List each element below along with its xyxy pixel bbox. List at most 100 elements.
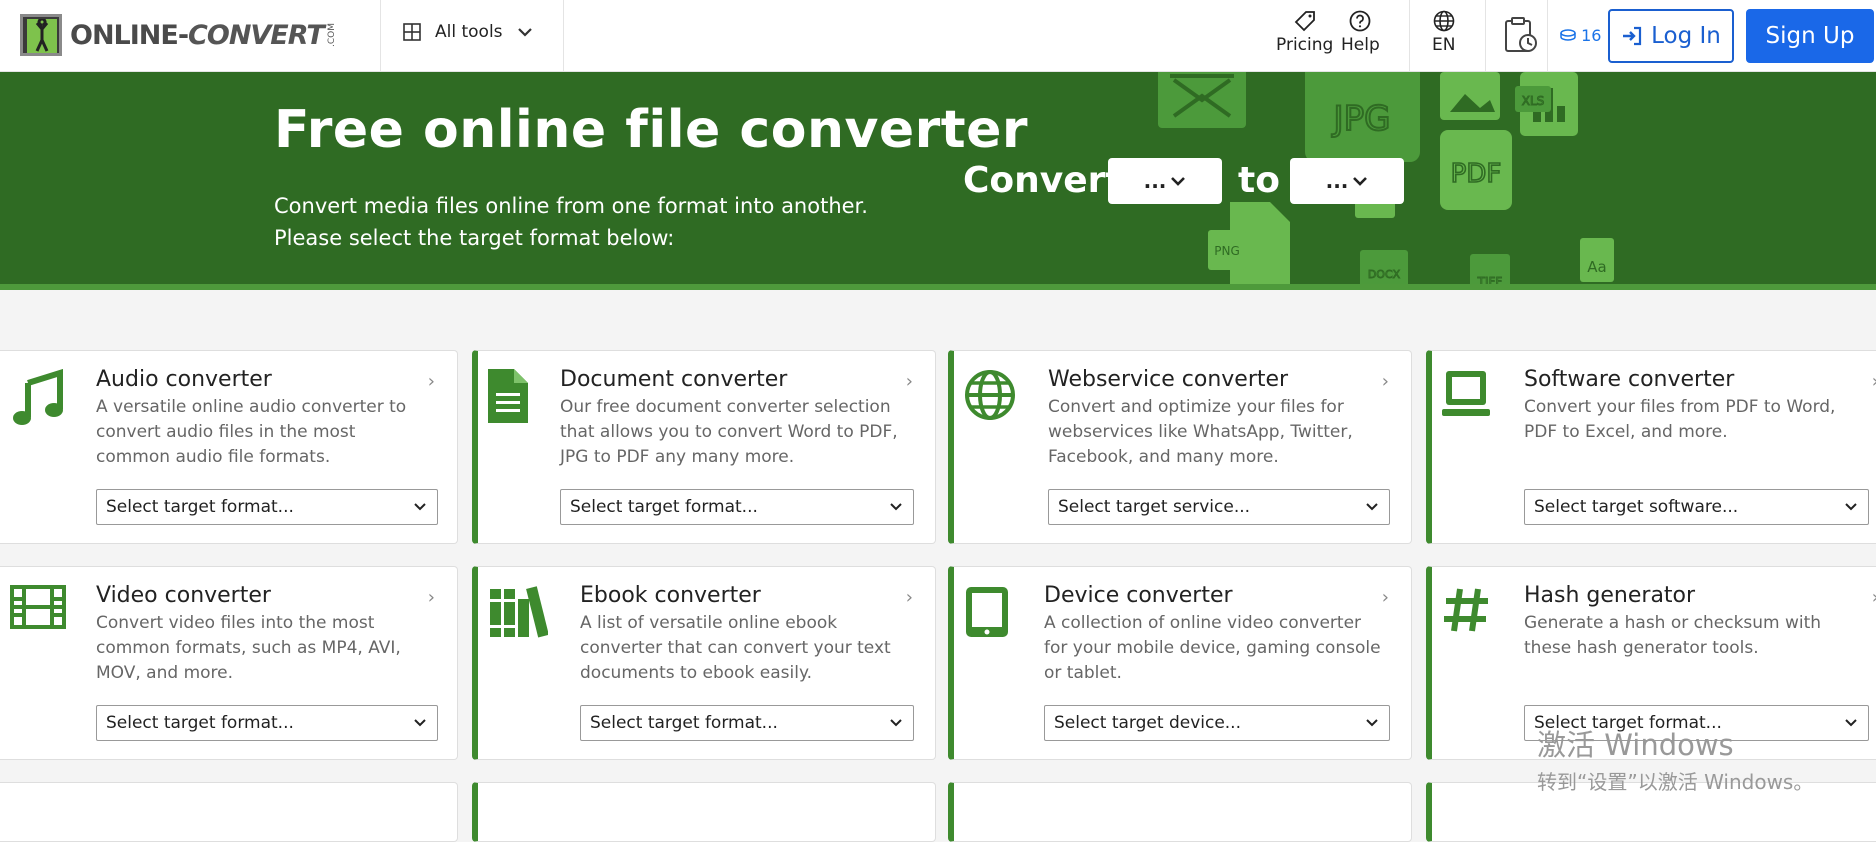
signup-button[interactable]: Sign Up	[1746, 9, 1874, 63]
credits-counter[interactable]: 16	[1560, 26, 1601, 45]
audio-converter-card[interactable]: Audio converter A versatile online audio…	[0, 350, 458, 544]
watermark-line-1: 激活 Windows	[1537, 728, 1734, 762]
to-label: to	[1238, 160, 1280, 201]
logo-icon	[20, 14, 62, 56]
chevron-right-icon: ›	[427, 371, 435, 392]
chevron-down-icon	[1366, 503, 1378, 511]
webservice-converter-card[interactable]: Webservice converter Convert and optimiz…	[948, 350, 1412, 544]
chevron-right-icon: ›	[1381, 587, 1389, 608]
converter-card-partial[interactable]	[472, 782, 936, 842]
card-description: Our free document converter selection th…	[560, 397, 898, 467]
card-title: Video converter	[96, 583, 271, 608]
chevron-right-icon: ›	[1381, 371, 1389, 392]
select-placeholder: Select target format...	[590, 713, 778, 733]
chevron-right-icon: ›	[1872, 371, 1876, 392]
software-select[interactable]: Select target software...	[1524, 489, 1869, 525]
language-label: EN	[1432, 35, 1456, 55]
top-header: ONLINE-CONVERT .COM All tools Pricing He…	[0, 0, 1876, 72]
select-placeholder: Select target service...	[1058, 497, 1251, 517]
card-description: A list of versatile online ebook convert…	[580, 613, 891, 683]
credits-value: 16	[1581, 26, 1602, 45]
hero-banner: JPG XLS PDF PNG DOCX TIFF Aa Free online…	[0, 72, 1876, 290]
chevron-right-icon: ›	[905, 371, 913, 392]
document-converter-card[interactable]: Document converter Our free document con…	[472, 350, 936, 544]
card-description: Convert video files into the most common…	[96, 613, 401, 683]
chevron-down-icon	[414, 719, 426, 727]
chevron-down-icon	[1171, 177, 1186, 186]
select-placeholder: Select target software...	[1534, 497, 1739, 517]
card-description: Generate a hash or checksum with these h…	[1524, 613, 1822, 658]
tablet-icon	[966, 587, 1008, 637]
ebook-converter-card[interactable]: Ebook converter A list of versatile onli…	[472, 566, 936, 760]
webservice-select[interactable]: Select target service...	[1048, 489, 1390, 525]
card-description: A versatile online audio converter to co…	[96, 397, 407, 467]
select-placeholder: Select target format...	[106, 713, 294, 733]
video-format-select[interactable]: Select target format...	[96, 705, 438, 741]
header-divider	[1409, 0, 1410, 72]
help-label: Help	[1341, 35, 1380, 55]
ebook-format-select[interactable]: Select target format...	[580, 705, 914, 741]
language-selector[interactable]: EN	[1432, 10, 1455, 55]
xls-label: XLS	[1522, 94, 1545, 108]
pricing-link[interactable]: Pricing	[1276, 10, 1333, 55]
png-label: PNG	[1214, 244, 1240, 258]
all-tools-menu[interactable]: All tools	[403, 22, 533, 42]
globe-icon	[1433, 10, 1455, 32]
globe-icon	[965, 370, 1015, 420]
select-placeholder: Select target format...	[570, 497, 758, 517]
chevron-right-icon: ›	[905, 587, 913, 608]
page-title: Free online file converter	[274, 100, 1029, 160]
chevron-right-icon: ›	[1872, 587, 1876, 608]
card-title: Device converter	[1044, 583, 1233, 608]
header-divider	[380, 0, 381, 72]
monitor-icon	[1442, 371, 1490, 416]
history-button[interactable]	[1503, 16, 1539, 58]
card-title: Software converter	[1524, 367, 1735, 392]
document-icon	[488, 369, 528, 423]
pricing-label: Pricing	[1276, 35, 1334, 55]
sign-in-icon	[1623, 26, 1642, 46]
chevron-right-icon: ›	[427, 587, 435, 608]
hash-icon	[1444, 588, 1488, 632]
jpg-label: JPG	[1332, 99, 1391, 139]
target-format-select[interactable]: ...	[1290, 158, 1404, 204]
login-label: Log In	[1651, 23, 1721, 49]
converter-card-partial[interactable]	[0, 782, 458, 842]
logo-text: ONLINE-CONVERT	[70, 19, 325, 51]
audio-format-select[interactable]: Select target format...	[96, 489, 438, 525]
grid-icon	[403, 23, 421, 41]
target-format-value: ...	[1325, 169, 1349, 193]
card-description: Convert and optimize your files for webs…	[1048, 397, 1353, 467]
film-icon	[10, 585, 66, 629]
document-format-select[interactable]: Select target format...	[560, 489, 914, 525]
tag-icon	[1294, 11, 1315, 32]
header-divider	[1485, 0, 1486, 72]
clipboard-clock-icon	[1505, 17, 1537, 52]
site-logo[interactable]: ONLINE-CONVERT .COM	[20, 14, 337, 56]
select-placeholder: Select target format...	[106, 497, 294, 517]
card-title: Webservice converter	[1048, 367, 1289, 392]
help-link[interactable]: Help	[1341, 10, 1380, 55]
source-format-value: ...	[1143, 169, 1167, 193]
card-title: Ebook converter	[580, 583, 761, 608]
software-converter-card[interactable]: Software converter Convert your files fr…	[1426, 350, 1876, 544]
device-converter-card[interactable]: Device converter A collection of online …	[948, 566, 1412, 760]
file-format-illustration: JPG XLS PDF PNG DOCX TIFF Aa	[1158, 72, 1614, 290]
source-format-select[interactable]: ...	[1108, 158, 1222, 204]
video-converter-card[interactable]: Video converter Convert video files into…	[0, 566, 458, 760]
books-icon	[490, 586, 548, 638]
hero-stripe	[0, 284, 1876, 290]
chevron-down-icon	[890, 719, 902, 727]
font-label: Aa	[1587, 258, 1606, 276]
watermark-line-2: 转到“设置”以激活 Windows。	[1537, 770, 1814, 794]
chevron-down-icon	[517, 28, 532, 37]
converter-card-partial[interactable]	[948, 782, 1412, 842]
question-icon	[1349, 10, 1371, 32]
device-select[interactable]: Select target device...	[1044, 705, 1390, 741]
all-tools-label: All tools	[435, 22, 503, 42]
select-placeholder: Select target device...	[1054, 713, 1241, 733]
login-button[interactable]: Log In	[1608, 9, 1734, 63]
coins-icon	[1560, 29, 1576, 41]
chevron-down-icon	[1353, 177, 1368, 186]
docx-label: DOCX	[1368, 268, 1401, 281]
